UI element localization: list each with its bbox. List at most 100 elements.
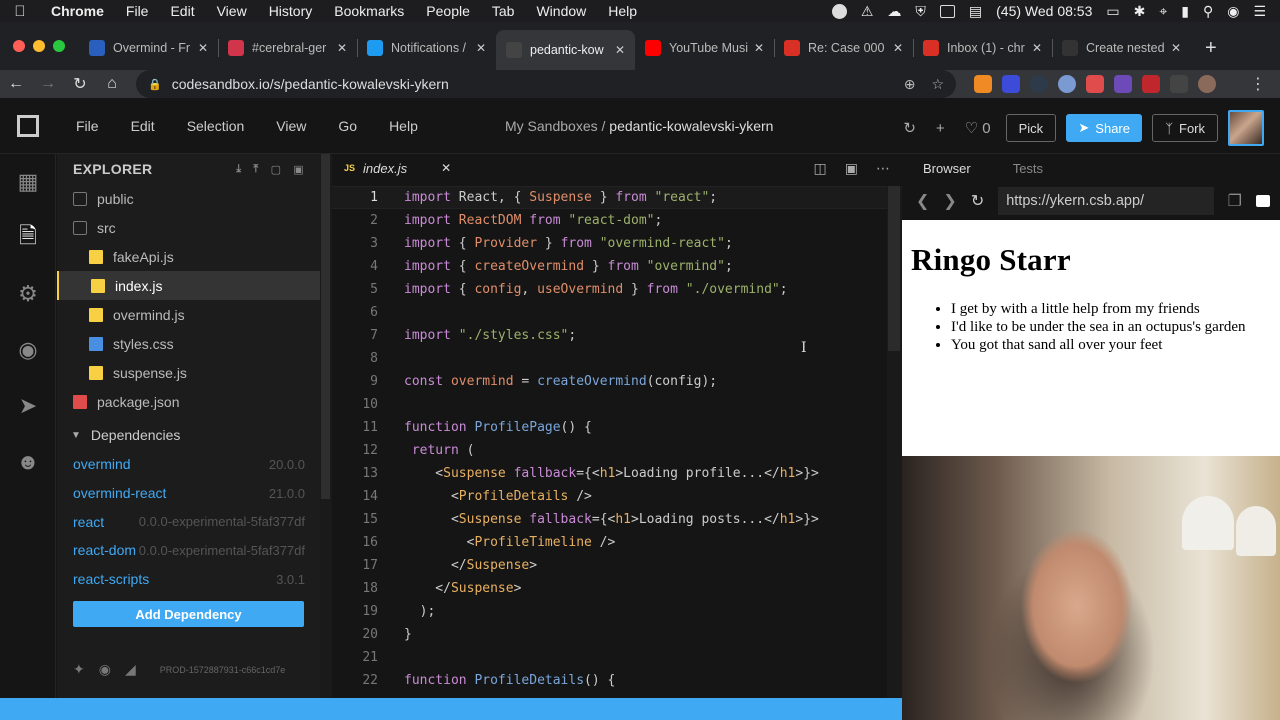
open-new-window-icon[interactable] (1256, 195, 1270, 207)
address-bar[interactable]: 🔒 codesandbox.io/s/pedantic-kowalevski-y… (136, 70, 956, 98)
browser-tab[interactable]: Overmind - Fr ✕ (79, 30, 218, 66)
bookmark-star-icon[interactable]: ☆ (931, 76, 944, 93)
bluetooth-icon[interactable]: ✱ (1134, 3, 1146, 20)
sandbox-info-icon[interactable]: ▦ (0, 154, 56, 210)
wifi-icon[interactable]: ⌖ (1159, 3, 1167, 20)
menu-people[interactable]: People (415, 3, 481, 19)
add-dependency-button[interactable]: Add Dependency (73, 601, 304, 628)
browser-tab[interactable]: Notifications / ✕ (357, 30, 496, 66)
clock-text[interactable]: (45) Wed 08:53 (996, 3, 1092, 19)
apple-icon[interactable]:  (0, 3, 40, 20)
browser-tab[interactable]: pedantic-kow ✕ (496, 30, 635, 70)
preview-back-icon[interactable]: ❮ (916, 191, 929, 211)
close-icon[interactable]: ✕ (441, 161, 451, 175)
preview-forward-icon[interactable]: ❯ (943, 191, 956, 211)
new-tab-button[interactable]: + (1205, 37, 1217, 60)
dependency-item[interactable]: react-dom 0.0.0-experimental-5faf377df (57, 536, 320, 565)
sidebar-icon[interactable] (939, 4, 955, 18)
code-line[interactable]: 21 (332, 646, 890, 669)
file-tree-item[interactable]: overmind.js (57, 300, 320, 329)
dependencies-header[interactable]: ▼ Dependencies (57, 420, 320, 450)
github-icon[interactable]: ◉ (0, 322, 56, 378)
plus-icon[interactable]: + (931, 120, 950, 137)
code-line[interactable]: 3 import { Provider } from "overmind-reac… (332, 232, 890, 255)
code-line[interactable]: 16 <ProfileTimeline /> (332, 531, 890, 554)
dependency-name[interactable]: overmind-react (73, 485, 166, 501)
dependency-item[interactable]: react 0.0.0-experimental-5faf377df (57, 507, 320, 536)
explorer-scrollbar[interactable] (320, 154, 332, 698)
lock-icon[interactable]: 🔒 (148, 78, 162, 91)
live-icon[interactable]: ☻ (0, 434, 56, 490)
record-icon[interactable] (831, 3, 847, 19)
dependency-item[interactable]: overmind 20.0.0 (57, 450, 320, 479)
editor-tab-index[interactable]: JS index.js ✕ (332, 154, 463, 182)
user-avatar[interactable] (1228, 110, 1264, 146)
react-devtools-icon[interactable] (1030, 75, 1048, 93)
drive-icon[interactable]: ▤ (969, 3, 982, 20)
preview-reload-icon[interactable]: ↻ (971, 191, 984, 211)
airplay-icon[interactable]: ▭ (1106, 3, 1119, 20)
pick-button[interactable]: Pick (1005, 114, 1057, 142)
siri-icon[interactable]: ◉ (1227, 3, 1239, 20)
menu-help[interactable]: Help (597, 3, 648, 19)
browser-tab[interactable]: Create nested ✕ (1052, 30, 1191, 66)
code-line[interactable]: 9 const overmind = createOvermind(config)… (332, 370, 890, 393)
menu-go[interactable]: Go (322, 118, 373, 134)
cloud-icon[interactable]: ☁ (887, 3, 901, 20)
file-tree-item[interactable]: fakeApi.js (57, 242, 320, 271)
settings-icon[interactable]: ⚙ (0, 266, 56, 322)
minimize-window-button[interactable] (33, 40, 45, 52)
file-tree-item[interactable]: suspense.js (57, 358, 320, 387)
file-tree-item[interactable]: package.json (57, 387, 320, 416)
extension-icon[interactable] (1170, 75, 1188, 93)
menu-edit[interactable]: Edit (159, 3, 205, 19)
code-line[interactable]: 12 return ( (332, 439, 890, 462)
code-line[interactable]: 14 <ProfileDetails /> (332, 485, 890, 508)
tab-close-icon[interactable]: ✕ (1171, 41, 1181, 55)
breadcrumb-sandboxes[interactable]: My Sandboxes / (505, 118, 609, 134)
dependency-name[interactable]: react-scripts (73, 571, 149, 587)
code-line[interactable]: 18 </Suspense> (332, 577, 890, 600)
back-icon[interactable]: ← (0, 75, 32, 93)
upload-icon[interactable]: ⤒ (253, 163, 258, 176)
browser-tab[interactable]: Inbox (1) - chr ✕ (913, 30, 1052, 66)
menu-bookmarks[interactable]: Bookmarks (323, 3, 415, 19)
dependency-item[interactable]: react-scripts 3.0.1 (57, 565, 320, 594)
dependency-name[interactable]: overmind (73, 456, 131, 472)
spectrum-icon[interactable]: ◢ (125, 661, 136, 678)
split-view-icon[interactable]: ◫ (814, 160, 827, 177)
forward-icon[interactable]: → (32, 75, 64, 93)
code-line[interactable]: 5 import { config, useOvermind } from "./… (332, 278, 890, 301)
extension-icon[interactable] (974, 75, 992, 93)
extension-icon[interactable] (1142, 75, 1160, 93)
reload-icon[interactable]: ↻ (64, 74, 96, 94)
tab-close-icon[interactable]: ✕ (615, 43, 625, 57)
extension-icon[interactable] (1114, 75, 1132, 93)
open-preview-icon[interactable]: ▣ (845, 160, 858, 177)
explorer-icon[interactable]: 🗎 (0, 210, 56, 266)
extension-icon[interactable] (1058, 75, 1076, 93)
code-line[interactable]: 1 import React, { Suspense } from "react"… (332, 186, 890, 209)
warning-icon[interactable]: ⚠ (861, 3, 874, 20)
menu-app-name[interactable]: Chrome (40, 3, 115, 19)
menu-help[interactable]: Help (373, 118, 434, 134)
address-url[interactable]: codesandbox.io/s/pedantic-kowalevski-yke… (172, 76, 449, 92)
github-icon[interactable]: ◉ (99, 661, 111, 678)
code-line[interactable]: 22 function ProfileDetails() { (332, 669, 890, 692)
file-tree-item[interactable]: styles.css (57, 329, 320, 358)
menu-selection[interactable]: Selection (171, 118, 261, 134)
tab-close-icon[interactable]: ✕ (893, 41, 903, 55)
scrollbar-thumb[interactable] (888, 186, 900, 351)
battery-icon[interactable]: ▮ (1181, 3, 1189, 20)
chrome-menu-icon[interactable]: ⋮ (1250, 74, 1280, 94)
share-button[interactable]: ➤ Share (1066, 114, 1143, 142)
close-window-button[interactable] (13, 40, 25, 52)
code-line[interactable]: 11 function ProfilePage() { (332, 416, 890, 439)
install-icon[interactable]: ⊕ (904, 76, 916, 93)
refresh-icon[interactable]: ↻ (898, 119, 921, 137)
menu-file[interactable]: File (60, 118, 115, 134)
scrollbar-thumb[interactable] (321, 154, 330, 499)
shield-icon[interactable]: ⛨ (915, 3, 926, 20)
spotlight-icon[interactable]: ⚲ (1203, 3, 1213, 20)
new-folder-icon[interactable]: ▣ (293, 163, 304, 176)
